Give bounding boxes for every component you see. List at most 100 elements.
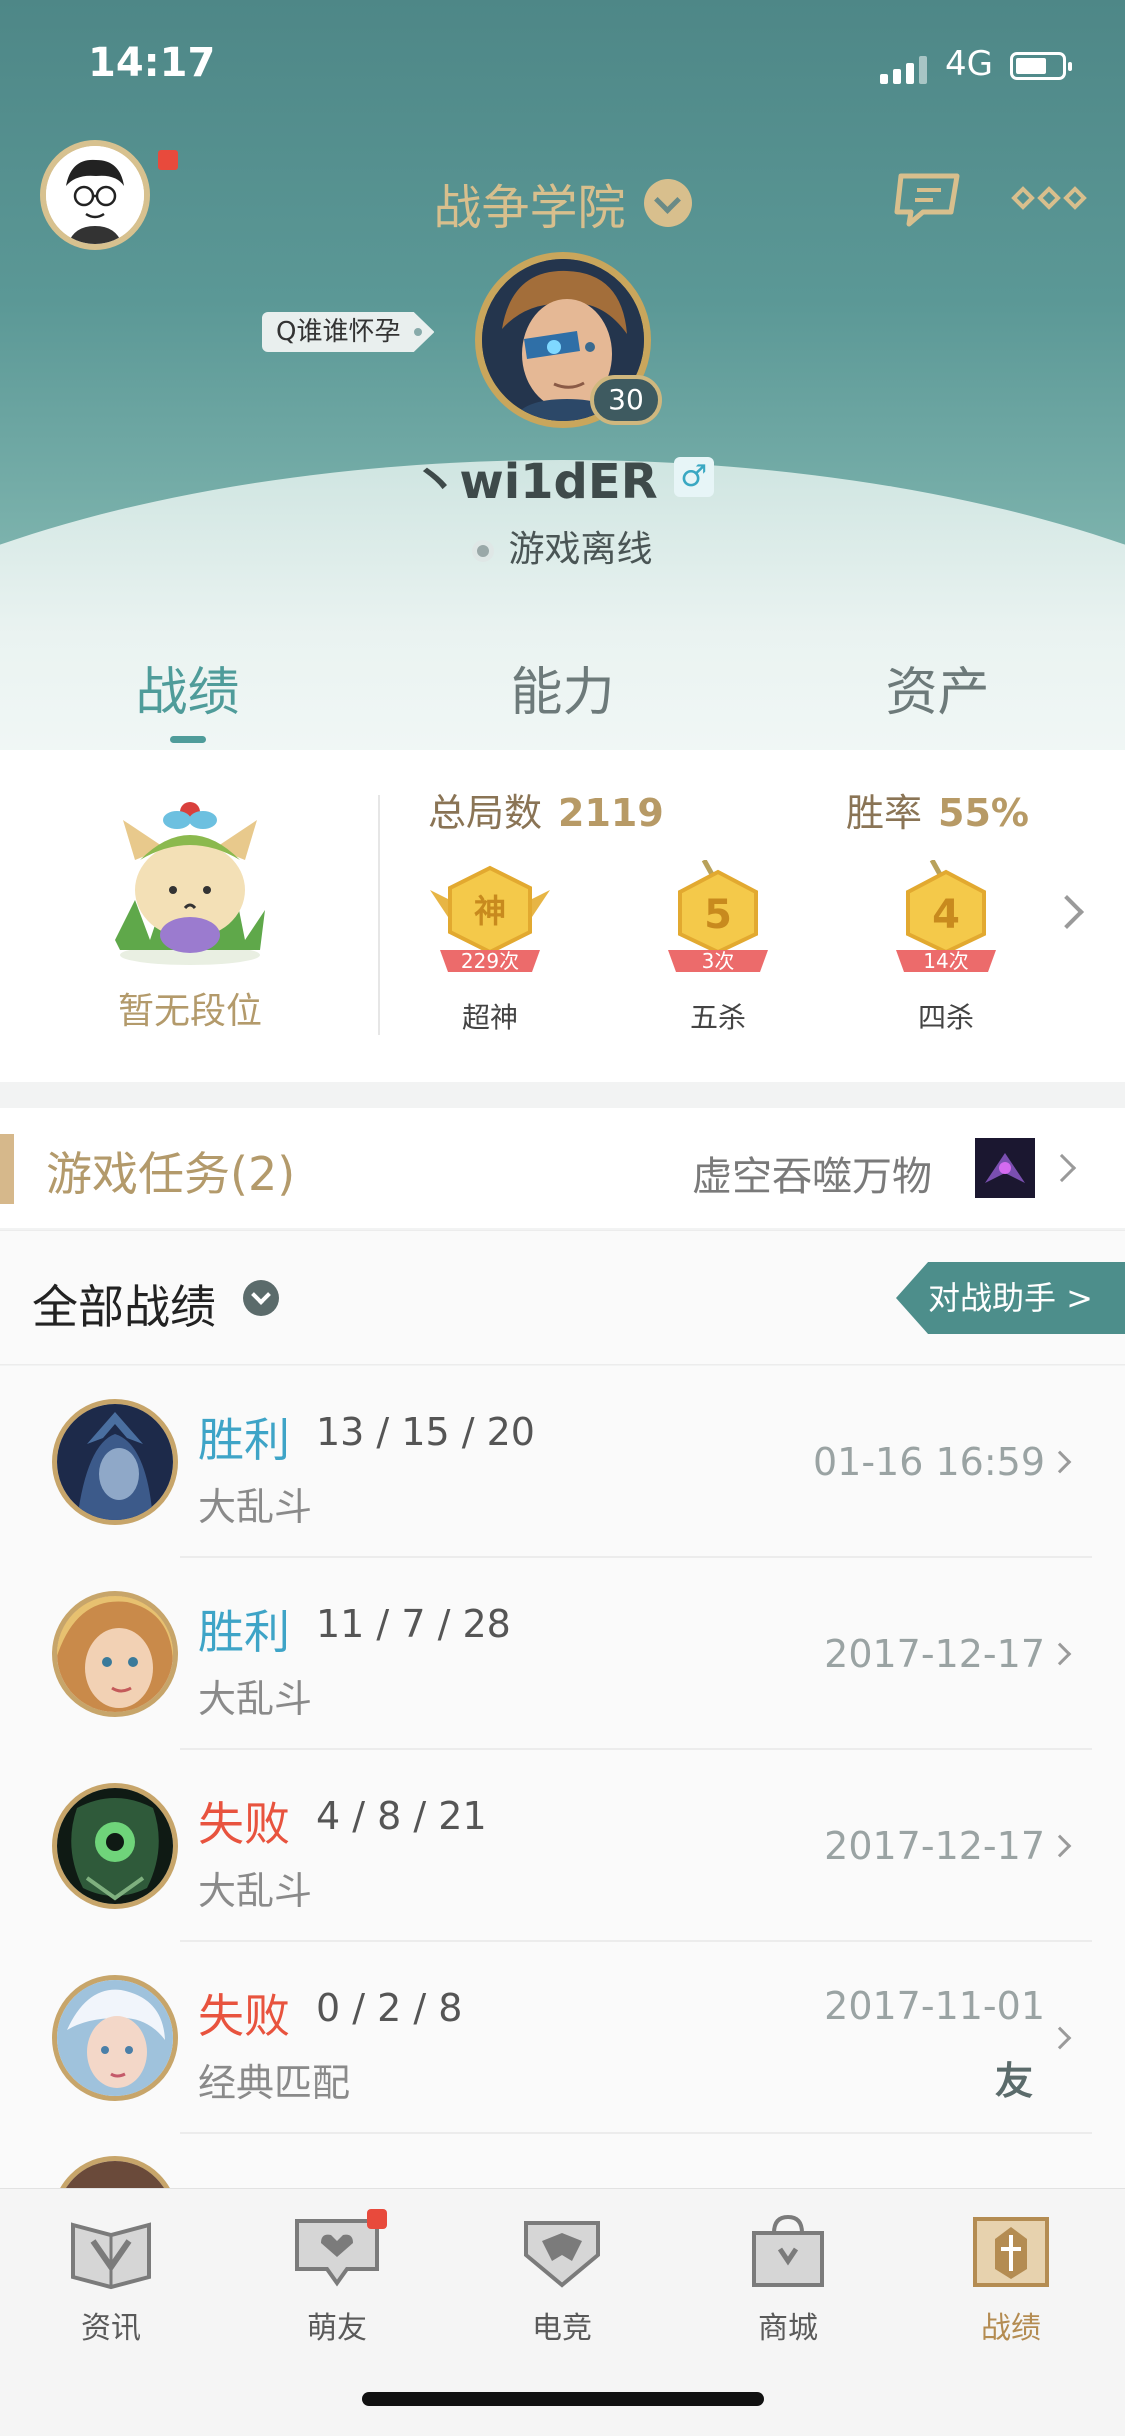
username-row: 丶wi1dER ♂: [0, 442, 1125, 512]
male-icon: ♂: [673, 457, 714, 497]
records-filter[interactable]: 全部战绩: [32, 1271, 216, 1337]
rank-label: 暂无段位: [117, 991, 262, 1032]
stats-card[interactable]: 暂无段位 总局数 2119 胜率 55% 神 229次 超神 5 3次 五杀 4: [0, 750, 1125, 1082]
tab-record[interactable]: 战绩: [0, 650, 375, 743]
champion-avatar: [52, 1399, 178, 1525]
medal-label: 五杀: [689, 1001, 746, 1034]
chevron-down-icon[interactable]: [243, 1280, 279, 1316]
tab-esports[interactable]: 电竞: [482, 2211, 642, 2347]
game-tasks-row[interactable]: 游戏任务(2) 虚空吞噬万物: [0, 1108, 1125, 1228]
match-kda: 4 / 8 / 21: [316, 1794, 487, 1838]
svg-text:神: 神: [474, 892, 506, 930]
home-indicator[interactable]: [362, 2392, 764, 2406]
champion-portrait-icon: [57, 1788, 173, 1904]
friend-badge: 友: [995, 2059, 1034, 2103]
online-status: 游戏离线: [0, 520, 1125, 572]
match-kda: 13 / 15 / 20: [316, 1410, 535, 1454]
chevron-down-icon: [643, 179, 692, 227]
match-row[interactable]: 胜利 11 / 7 / 28 大乱斗 2017-12-17: [0, 1558, 1125, 1750]
match-mode: 大乱斗: [198, 1869, 313, 1913]
records-filter-row: 全部战绩 对战助手 >: [0, 1230, 1125, 1365]
match-date: 2017-12-17: [824, 1824, 1045, 1868]
task-accent-bar: [0, 1134, 14, 1204]
svg-text:229次: 229次: [461, 949, 519, 973]
svg-text:14次: 14次: [923, 949, 968, 973]
tab-friends[interactable]: 萌友: [257, 2209, 417, 2347]
champion-portrait-icon: [57, 1596, 173, 1712]
level-badge: 30: [590, 375, 662, 425]
medal-label: 超神: [461, 1001, 518, 1034]
champion-avatar: [52, 1591, 178, 1717]
task-thumbnail: [975, 1138, 1035, 1198]
match-date: 01-16 16:59: [812, 1440, 1045, 1484]
task-name: 虚空吞噬万物: [692, 1154, 932, 1200]
tab-label: 战绩: [981, 2311, 1041, 2346]
tab-label: 商城: [758, 2311, 818, 2346]
match-mode: 经典匹配: [198, 2061, 351, 2105]
chevron-right-icon: [1047, 1153, 1077, 1183]
battery-icon: [1010, 52, 1072, 80]
task-title: 游戏任务(2): [46, 1147, 296, 1201]
chevron-right-icon: [1048, 2026, 1072, 2050]
battle-assistant-button[interactable]: 对战助手 >: [896, 1262, 1125, 1334]
quadra-kill-medal-icon: 4 14次: [896, 858, 996, 973]
match-date: 2017-12-17: [824, 1632, 1045, 1676]
profile-tabs: 战绩 能力 资产: [0, 650, 1125, 743]
tab-label: 资讯: [81, 2311, 141, 2346]
match-row-partial[interactable]: [0, 2134, 1125, 2188]
esports-shield-icon: [524, 2221, 600, 2288]
match-result: 失败: [198, 1797, 290, 1851]
news-icon: [71, 2222, 151, 2290]
match-result: 失败: [198, 1989, 290, 2043]
status-dot-icon: [472, 540, 495, 562]
void-creature-icon: [975, 1138, 1035, 1198]
match-result: 胜利: [198, 1605, 290, 1659]
total-games: 总局数 2119: [428, 782, 664, 837]
champion-portrait-icon: [57, 2161, 173, 2188]
chevron-right-icon: [1048, 1834, 1072, 1858]
signal-icon: [880, 54, 927, 84]
tab-records[interactable]: 战绩: [931, 2211, 1091, 2347]
total-games-value: 2119: [558, 791, 664, 835]
tab-ability[interactable]: 能力: [375, 650, 750, 740]
svg-text:5: 5: [704, 892, 732, 938]
chevron-right-icon[interactable]: [1050, 895, 1084, 929]
match-result: 胜利: [198, 1413, 290, 1467]
win-rate: 胜率 55%: [846, 782, 1029, 837]
nickname-tag: Q谁谁怀孕: [262, 312, 435, 352]
status-time: 14:17: [88, 40, 216, 86]
status-bar: 14:17 4G: [0, 40, 1125, 100]
stats-divider: [378, 795, 380, 1035]
chevron-right-icon: [1048, 1450, 1072, 1474]
tab-store[interactable]: 商城: [708, 2211, 868, 2347]
match-mode: 大乱斗: [198, 1677, 313, 1721]
server-name: 战争学院: [433, 180, 626, 236]
store-bag-icon: [752, 2214, 824, 2287]
svg-text:3次: 3次: [702, 949, 735, 973]
champion-portrait-icon: [57, 1980, 173, 2096]
win-rate-value: 55%: [938, 791, 1029, 835]
message-icon[interactable]: [893, 168, 965, 228]
match-row[interactable]: 失败 4 / 8 / 21 大乱斗 2017-12-17: [0, 1750, 1125, 1942]
medal-label: 四杀: [917, 1001, 974, 1034]
penta-kill-medal-icon: 5 3次: [668, 858, 768, 973]
champion-avatar: [52, 1975, 178, 2101]
notification-dot: [367, 2209, 387, 2229]
match-mode: 大乱斗: [198, 1485, 313, 1529]
medal-quadra: 4 14次 四杀: [876, 858, 1016, 1034]
tab-news[interactable]: 资讯: [31, 2211, 191, 2347]
online-status-text: 游戏离线: [508, 529, 653, 570]
tab-assets[interactable]: 资产: [750, 650, 1125, 740]
win-rate-label: 胜率: [846, 791, 923, 835]
match-row[interactable]: 失败 0 / 2 / 8 经典匹配 2017-11-01 友: [0, 1942, 1125, 2134]
network-type: 4G: [945, 44, 993, 84]
teemo-rank-icon: [115, 802, 265, 965]
champion-portrait-icon: [57, 1404, 173, 1520]
champion-avatar: [52, 1783, 178, 1909]
tab-label: 电竞: [532, 2311, 592, 2346]
notification-dot: [158, 150, 178, 170]
match-row[interactable]: 胜利 13 / 15 / 20 大乱斗 01-16 16:59: [0, 1366, 1125, 1558]
more-icon[interactable]: [1010, 180, 1088, 216]
total-games-label: 总局数: [428, 791, 543, 835]
medal-legendary: 神 229次 超神: [420, 860, 560, 1034]
